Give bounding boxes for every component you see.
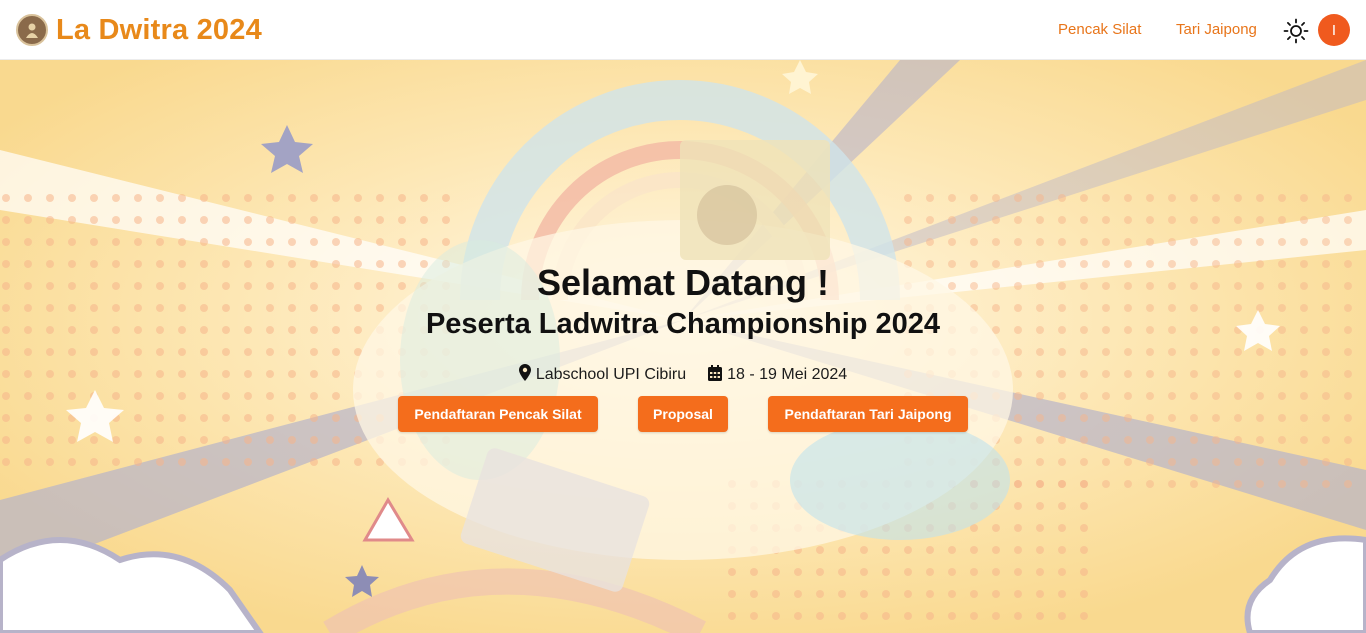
nav-link-tari-jaipong[interactable]: Tari Jaipong [1176, 21, 1257, 38]
register-pencak-silat-button[interactable]: Pendaftaran Pencak Silat [398, 396, 598, 432]
register-tari-jaipong-button[interactable]: Pendaftaran Tari Jaipong [768, 396, 968, 432]
hero-content: Selamat Datang ! Peserta Ladwitra Champi… [0, 60, 1366, 633]
logo-icon [16, 14, 48, 46]
proposal-button[interactable]: Proposal [638, 396, 728, 432]
hero-subtitle: Peserta Ladwitra Championship 2024 [425, 308, 941, 340]
event-meta: Labschool UPI Cibiru 18 - 19 Mei 2024 [0, 364, 1366, 386]
hero-title: Selamat Datang ! [536, 262, 830, 303]
event-date: 18 - 19 Mei 2024 [708, 364, 848, 386]
calendar-icon [708, 364, 727, 386]
brand-title[interactable]: La Dwitra 2024 [56, 14, 262, 47]
map-pin-icon [518, 364, 536, 386]
event-date-text: 18 - 19 Mei 2024 [727, 366, 848, 383]
nav-link-pencak-silat[interactable]: Pencak Silat [1058, 21, 1141, 38]
sun-icon[interactable] [1283, 18, 1309, 44]
brand[interactable]: La Dwitra 2024 [16, 14, 262, 46]
event-location-text: Labschool UPI Cibiru [535, 366, 687, 383]
event-location: Labschool UPI Cibiru [518, 364, 687, 386]
avatar[interactable]: I [1318, 14, 1350, 46]
navbar: La Dwitra 2024 Pencak Silat Tari Jaipong… [0, 0, 1366, 60]
